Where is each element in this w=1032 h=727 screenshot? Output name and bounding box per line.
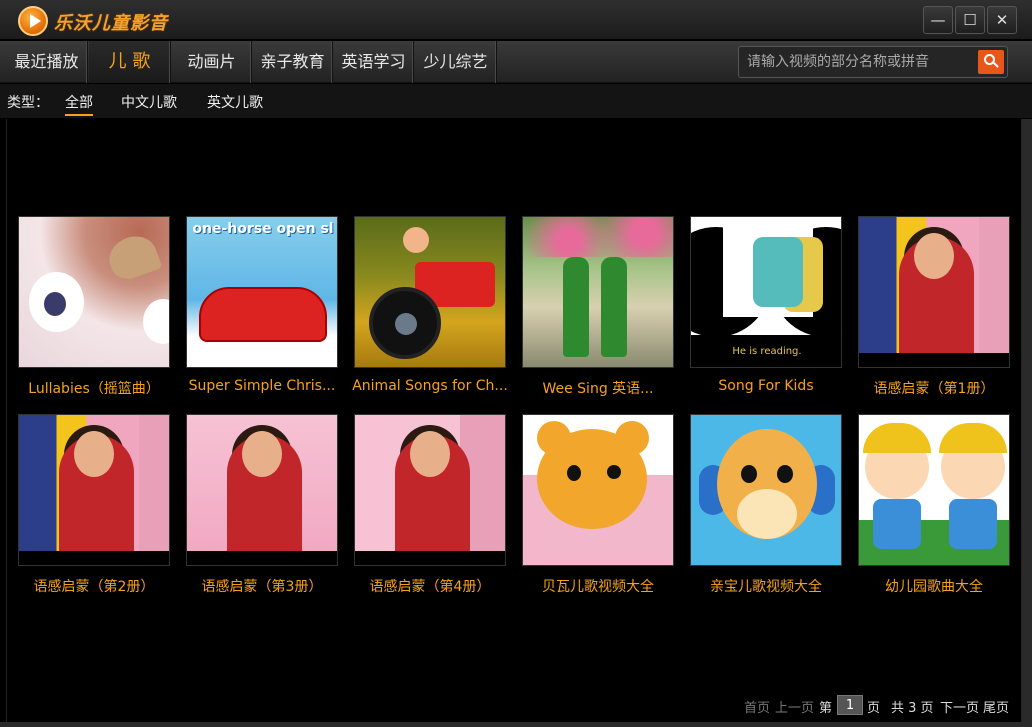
- thumbnail-caption: He is reading.: [691, 335, 841, 367]
- video-title[interactable]: 语感启蒙（第1册）: [852, 378, 1016, 398]
- video-title[interactable]: Super Simple Chris...: [180, 378, 344, 394]
- window-bottom-border: [0, 722, 1032, 727]
- video-card[interactable]: one-horse open sl Super Simple Chris...: [186, 216, 338, 406]
- video-title[interactable]: Song For Kids: [684, 378, 848, 394]
- video-title[interactable]: Animal Songs for Ch...: [348, 378, 512, 394]
- video-card[interactable]: Lullabies（摇篮曲）: [18, 216, 170, 406]
- video-title[interactable]: 语感启蒙（第4册）: [348, 576, 512, 596]
- title-bar: 乐沃儿童影音 — ☐ ✕: [0, 0, 1032, 40]
- type-filter-bar: 类型： 全部 中文儿歌 英文儿歌: [0, 84, 1032, 118]
- thumbnail-caption: one-horse open sl: [192, 221, 334, 237]
- current-page-input[interactable]: 1: [837, 695, 863, 715]
- video-thumbnail[interactable]: [690, 414, 842, 566]
- video-card[interactable]: He is reading. Song For Kids: [690, 216, 842, 406]
- filter-english-songs[interactable]: 英文儿歌: [207, 92, 263, 112]
- type-filter-label: 类型：: [7, 95, 49, 111]
- last-page-link[interactable]: 尾页: [983, 697, 1009, 716]
- scrollbar-track: [1022, 119, 1032, 727]
- video-title[interactable]: Wee Sing 英语...: [516, 378, 680, 398]
- video-thumbnail[interactable]: [186, 414, 338, 566]
- tab-parenting[interactable]: 亲子教育: [253, 41, 333, 83]
- close-button[interactable]: ✕: [987, 6, 1017, 34]
- video-card[interactable]: Wee Sing 英语...: [522, 216, 674, 406]
- video-card[interactable]: 语感启蒙（第4册）: [354, 414, 506, 604]
- tab-recent[interactable]: 最近播放: [6, 41, 88, 83]
- tab-english[interactable]: 英语学习: [334, 41, 414, 83]
- video-thumbnail[interactable]: [18, 216, 170, 368]
- video-thumbnail[interactable]: [858, 216, 1010, 368]
- next-page-link[interactable]: 下一页: [940, 697, 979, 716]
- maximize-button[interactable]: ☐: [955, 6, 985, 34]
- category-nav: 最近播放 儿 歌 动画片 亲子教育 英语学习 少儿综艺: [0, 41, 1032, 83]
- video-thumbnail[interactable]: one-horse open sl: [186, 216, 338, 368]
- app-title: 乐沃儿童影音: [54, 13, 168, 34]
- filter-all[interactable]: 全部: [65, 92, 93, 116]
- video-title[interactable]: Lullabies（摇篮曲）: [12, 378, 176, 398]
- video-thumbnail[interactable]: [522, 414, 674, 566]
- video-thumbnail[interactable]: [858, 414, 1010, 566]
- page-prefix: 第: [819, 701, 833, 716]
- minimize-button[interactable]: —: [923, 6, 953, 34]
- video-card[interactable]: 亲宝儿歌视频大全: [690, 414, 842, 604]
- video-thumbnail[interactable]: [354, 414, 506, 566]
- tab-songs[interactable]: 儿 歌: [89, 41, 171, 83]
- search-input[interactable]: [747, 51, 972, 73]
- filter-chinese-songs[interactable]: 中文儿歌: [121, 92, 177, 112]
- video-card[interactable]: 语感启蒙（第2册）: [18, 414, 170, 604]
- video-title[interactable]: 贝瓦儿歌视频大全: [516, 576, 680, 596]
- search-box: [738, 46, 1008, 78]
- search-button[interactable]: [978, 50, 1004, 74]
- first-page-link[interactable]: 首页: [744, 697, 770, 716]
- video-card[interactable]: Animal Songs for Ch...: [352, 216, 508, 406]
- video-thumbnail[interactable]: [522, 216, 674, 368]
- app-logo-icon: [18, 6, 48, 36]
- tab-cartoons[interactable]: 动画片: [172, 41, 252, 83]
- video-thumbnail[interactable]: [354, 216, 506, 368]
- video-title[interactable]: 幼儿园歌曲大全: [852, 576, 1016, 596]
- video-card[interactable]: 贝瓦儿歌视频大全: [522, 414, 674, 604]
- video-thumbnail[interactable]: He is reading.: [690, 216, 842, 368]
- video-card[interactable]: 语感启蒙（第1册）: [858, 216, 1010, 406]
- video-title[interactable]: 亲宝儿歌视频大全: [684, 576, 848, 596]
- prev-page-link[interactable]: 上一页: [775, 697, 814, 716]
- video-title[interactable]: 语感启蒙（第2册）: [12, 576, 176, 596]
- tab-variety[interactable]: 少儿综艺: [415, 41, 497, 83]
- video-card[interactable]: 幼儿园歌曲大全: [858, 414, 1010, 604]
- video-card[interactable]: 语感启蒙（第3册）: [186, 414, 338, 604]
- video-title[interactable]: 语感启蒙（第3册）: [180, 576, 344, 596]
- video-thumbnail[interactable]: [18, 414, 170, 566]
- page-suffix: 页: [867, 701, 881, 716]
- total-pages: 共 3 页: [891, 701, 934, 716]
